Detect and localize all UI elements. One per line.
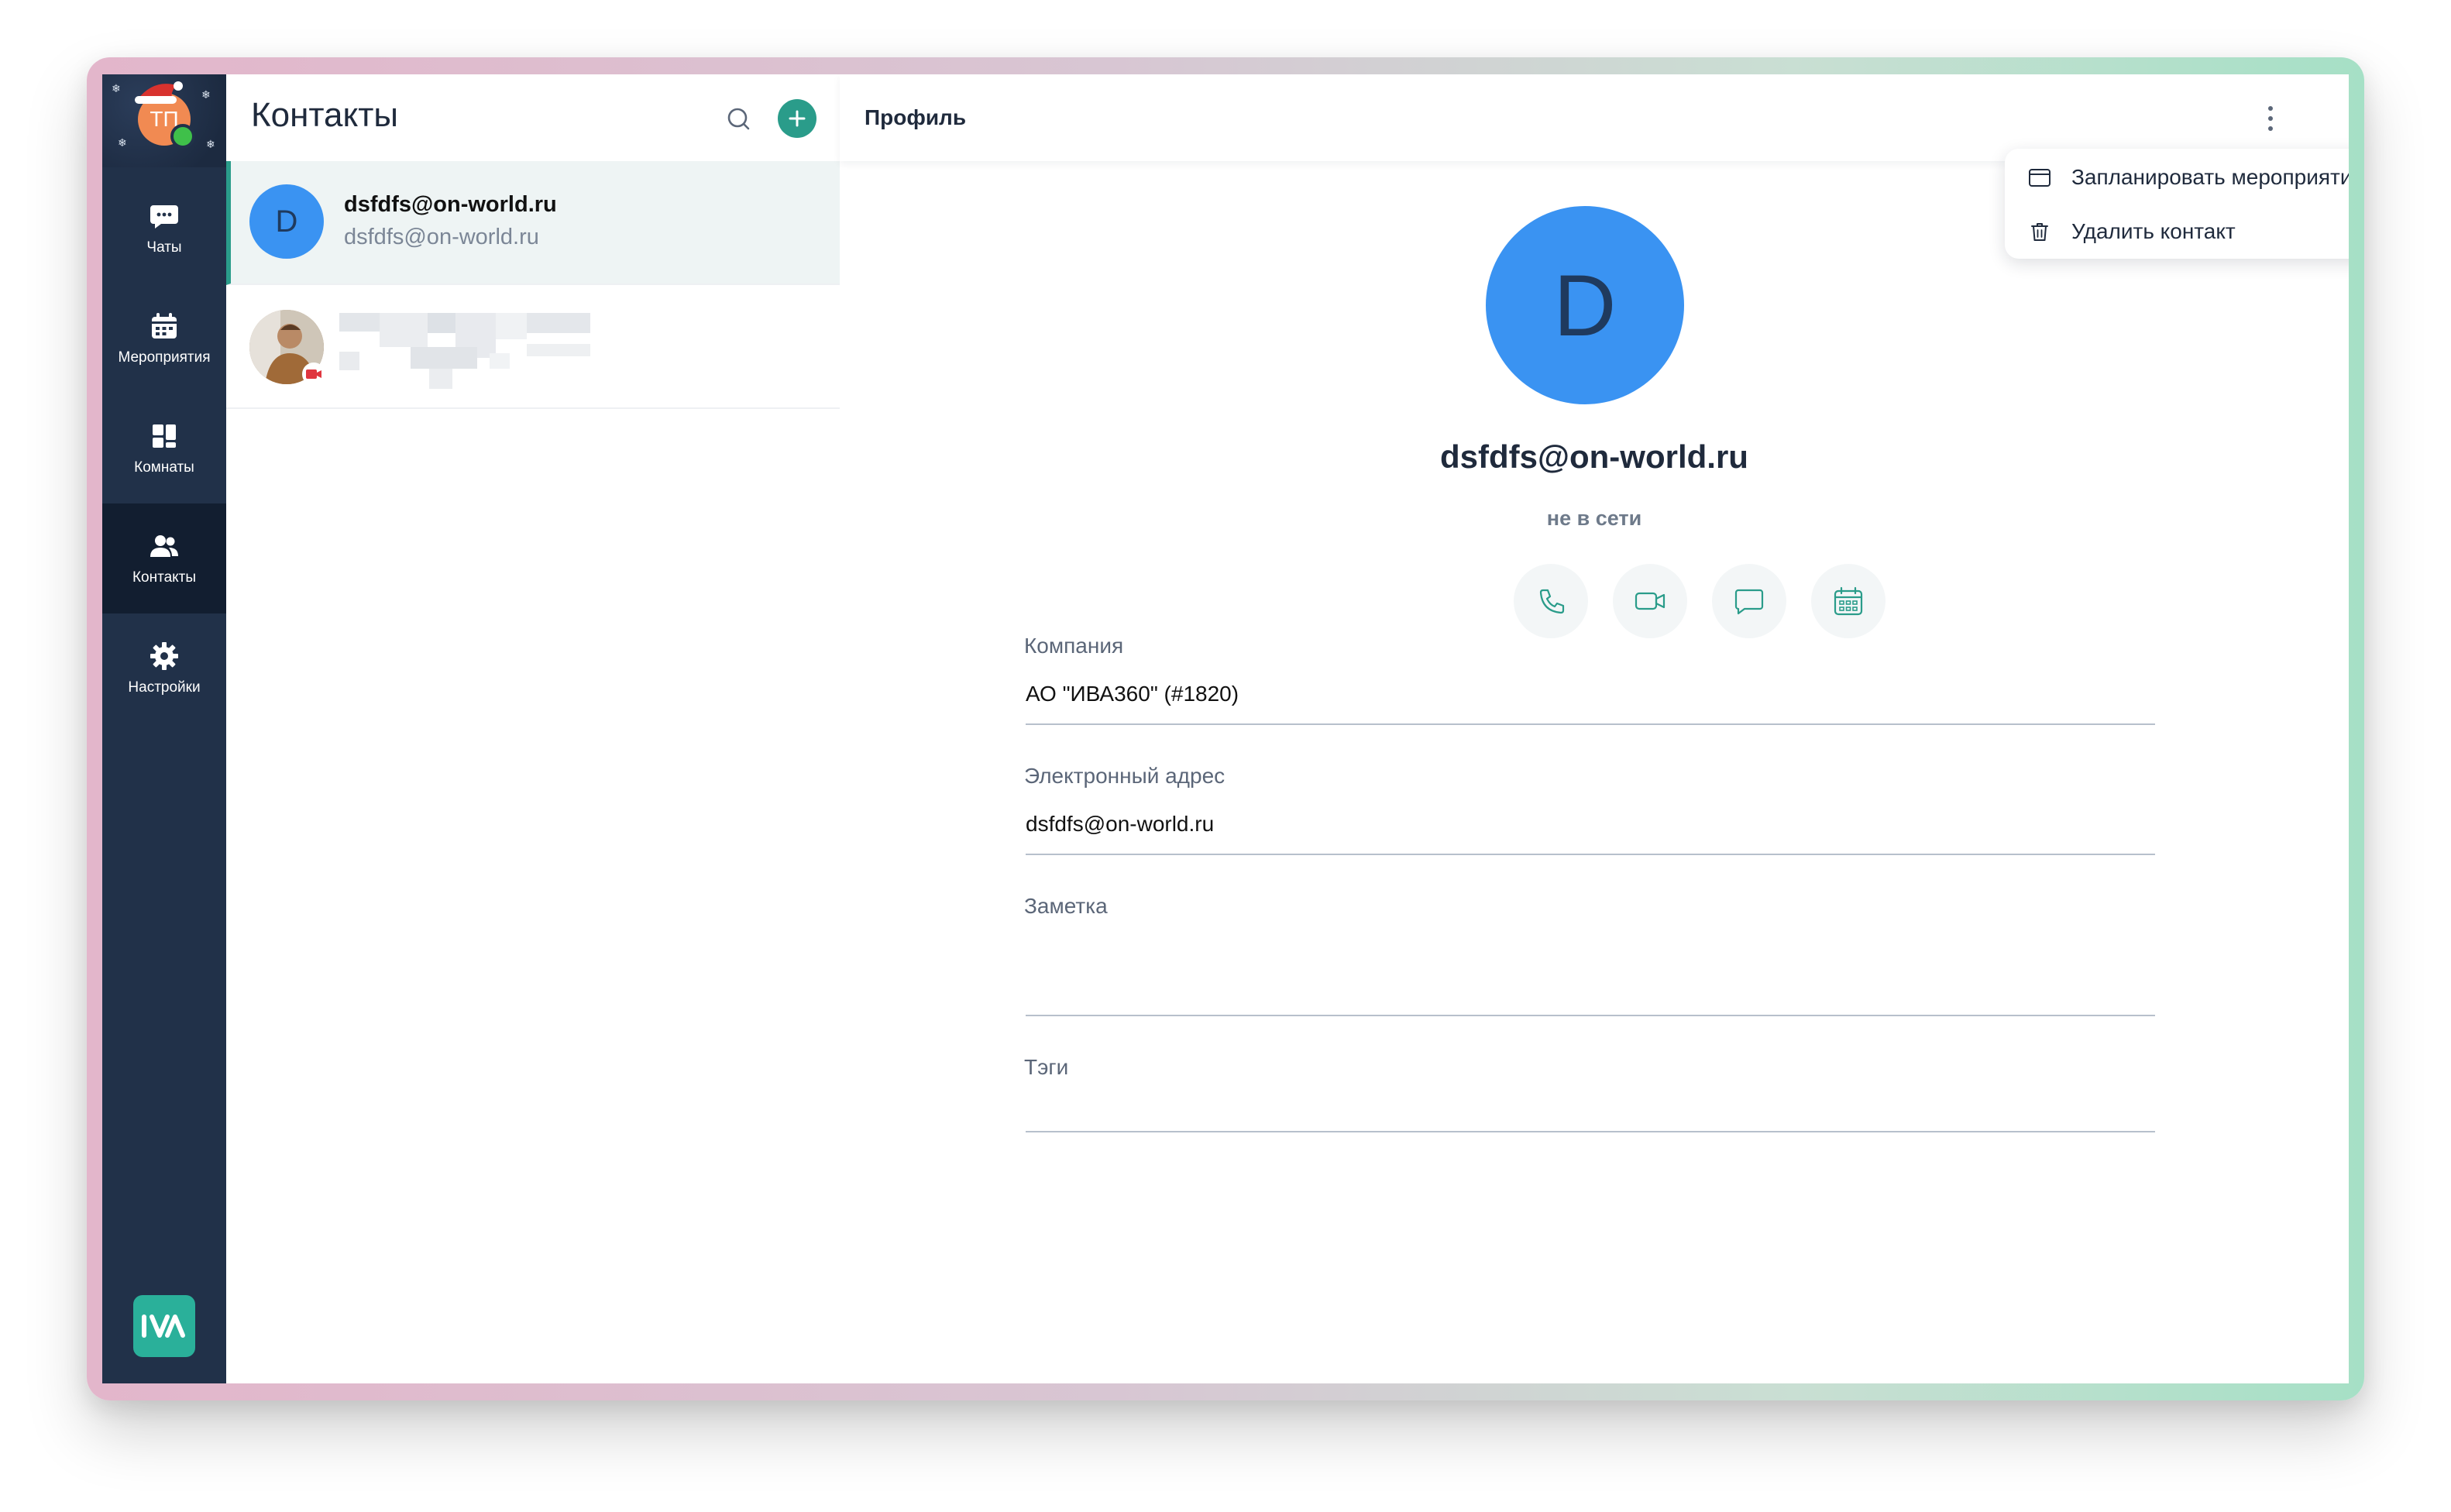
profile-avatar: D [1486,206,1684,404]
company-value: АО "ИВА360" (#1820) [1026,682,1239,706]
avatar-letter: D [275,204,298,239]
avatar: D [249,184,324,259]
trash-icon [2031,223,2048,241]
sidebar-item-label: Мероприятия [118,349,211,366]
santa-hat-icon [135,81,183,104]
list-item[interactable] [226,285,840,409]
calendar-icon [152,313,177,338]
sidebar-item-events[interactable]: Мероприятия [102,284,226,393]
message-button[interactable] [1712,564,1786,638]
menu-item-label: Удалить контакт [2071,219,2236,243]
iva-logo-icon[interactable] [133,1295,195,1357]
contact-subtitle: dsfdfs@on-world.ru [344,225,539,249]
contacts-icon [150,535,178,557]
user-avatar-area[interactable]: ❄ ❄ ❄ ❄ ТП [102,74,226,167]
chat-icon [150,205,178,229]
gear-icon [150,642,178,670]
schedule-button[interactable] [1811,564,1886,638]
calendar-grid-icon [1834,586,1863,616]
company-field[interactable]: АО "ИВА360" (#1820) [1026,677,2155,722]
app-window: ❄ ❄ ❄ ❄ ТП Чаты Мероприятия Комнаты Конт… [102,74,2349,1383]
sidebar-item-contacts[interactable]: Контакты [102,503,226,613]
list-item[interactable]: D dsfdfs@on-world.ru dsfdfs@on-world.ru [226,161,840,285]
profile-status: не в сети [1546,507,1642,530]
search-button[interactable] [722,102,756,136]
online-status-dot [170,124,195,149]
video-call-button[interactable] [1613,564,1687,638]
tags-label: Тэги [1024,1055,1069,1079]
email-value: dsfdfs@on-world.ru [1026,812,1215,836]
search-icon [727,108,750,130]
tags-field[interactable] [1026,1089,2155,1128]
add-contact-button[interactable] [778,99,816,138]
menu-item-delete-contact[interactable]: Удалить контакт [2005,204,2349,259]
video-icon [1635,592,1666,610]
profile-name: dsfdfs@on-world.ru [1440,438,1748,475]
company-underline [1026,723,2155,725]
message-icon [1734,589,1764,615]
call-button[interactable] [1514,564,1588,638]
more-menu-button[interactable] [2259,102,2282,135]
email-label: Электронный адрес [1024,764,1226,788]
phone-icon [1539,589,1565,614]
snowflake-icon: ❄ [112,82,121,94]
sidebar-item-rooms[interactable]: Комнаты [102,393,226,503]
menu-item-label: Запланировать мероприятие [2071,165,2349,189]
note-field[interactable] [1026,934,2155,1012]
calendar-outline-icon [2029,169,2051,187]
company-label: Компания [1024,634,1124,658]
tags-underline [1026,1131,2155,1132]
sidebar-item-label: Комнаты [134,459,194,476]
email-field[interactable]: dsfdfs@on-world.ru [1026,807,2155,852]
contact-name: dsfdfs@on-world.ru [344,192,557,217]
plus-icon [789,110,806,127]
profile-avatar-letter: D [1553,256,1617,354]
contacts-panel: Контакты D dsfdfs@on-world.ru dsfdfs@on-… [226,74,841,1383]
iva-logo-mark [142,1314,185,1338]
menu-item-schedule-event[interactable]: Запланировать мероприятие [2005,150,2349,204]
snowflake-icon: ❄ [206,138,215,150]
sidebar: ❄ ❄ ❄ ❄ ТП Чаты Мероприятия Комнаты Конт… [102,74,226,1383]
sidebar-item-settings[interactable]: Настройки [102,613,226,723]
snowflake-icon: ❄ [118,136,127,149]
rooms-icon [153,424,176,448]
sidebar-item-label: Контакты [132,569,197,586]
email-underline [1026,854,2155,855]
snowflake-icon: ❄ [201,88,211,101]
camera-icon [306,369,321,379]
kebab-menu-icon [2268,106,2273,131]
sidebar-item-chats[interactable]: Чаты [102,174,226,284]
profile-header-title: Профиль [865,105,967,129]
page-title: Контакты [251,96,399,134]
note-underline [1026,1015,2155,1016]
profile-panel: Профиль D dsfdfs@on-world.ru не в сети К… [840,74,2349,1383]
sidebar-item-label: Настройки [128,679,201,696]
context-menu: Запланировать мероприятие Удалить контак… [2005,149,2349,259]
camera-badge [302,363,325,386]
note-label: Заметка [1024,894,1108,918]
sidebar-item-label: Чаты [146,239,182,256]
